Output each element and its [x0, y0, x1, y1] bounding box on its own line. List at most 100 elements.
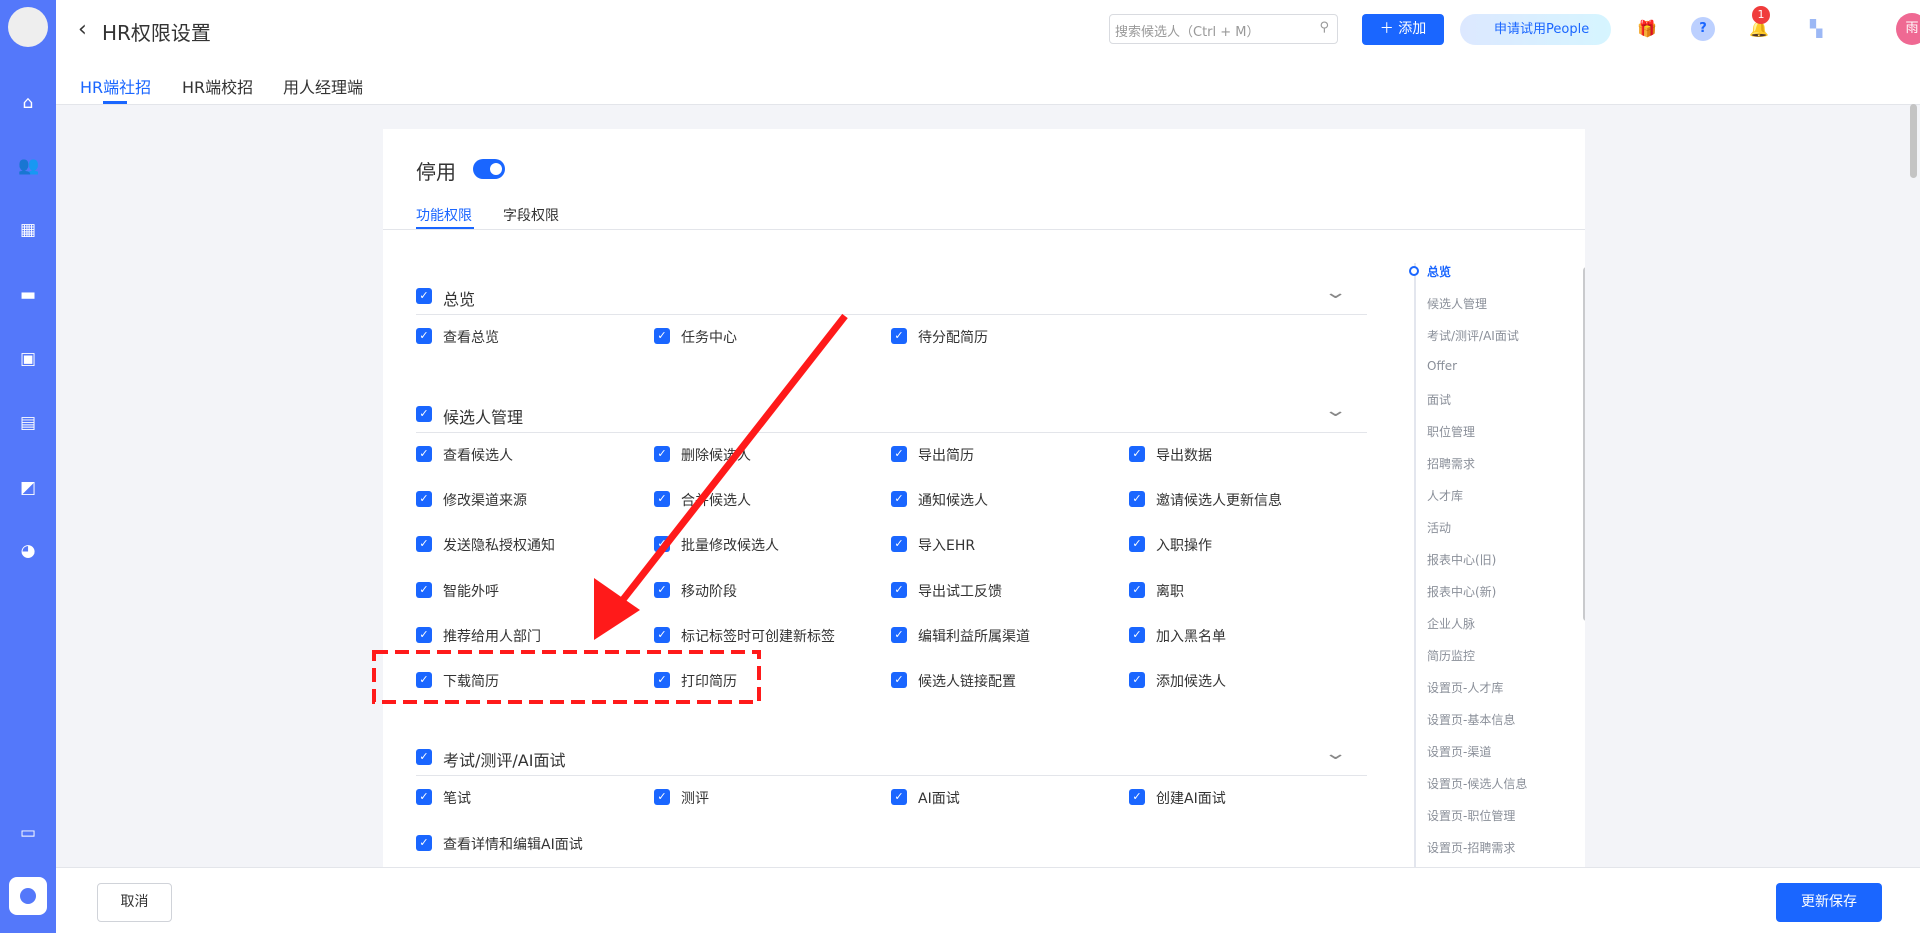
nav-anchor-item[interactable]: 设置页-基本信息	[1427, 711, 1515, 728]
permission-checkbox[interactable]: ✓	[416, 536, 432, 553]
nav-anchor-item[interactable]: 简历监控	[1427, 647, 1475, 664]
permission-checkbox[interactable]: ✓	[1129, 672, 1145, 688]
nav-anchor-item[interactable]: 设置页-职位管理	[1427, 807, 1515, 824]
users-icon[interactable]: 👥	[18, 157, 39, 175]
apps-icon[interactable]: ▚	[1804, 17, 1828, 41]
permission-checkbox[interactable]: ✓	[416, 626, 432, 643]
permission-checkbox[interactable]: ✓	[1129, 626, 1145, 643]
permission-checkbox[interactable]: ✓	[416, 328, 432, 344]
permission-checkbox[interactable]: ✓	[891, 581, 907, 598]
permission-checkbox[interactable]: ✓	[1129, 789, 1145, 805]
add-label: 添加	[1398, 21, 1427, 37]
section-checkbox[interactable]: ✓	[416, 406, 432, 422]
active-tab-indicator	[103, 101, 127, 104]
permission-checkbox[interactable]: ✓	[416, 446, 432, 462]
nav-anchor-item[interactable]: 面试	[1427, 391, 1451, 408]
avatar[interactable]: 雨	[1896, 13, 1920, 45]
add-button[interactable]: ＋ 添加	[1362, 14, 1444, 45]
nav-active-dot	[1409, 266, 1419, 276]
permission-checkbox[interactable]: ✓	[416, 672, 432, 688]
permission-label: 笔试	[443, 791, 471, 807]
permission-label: 打印简历	[681, 674, 737, 690]
permission-checkbox[interactable]: ✓	[654, 789, 670, 805]
nav-scrollbar[interactable]	[1583, 267, 1585, 621]
permission-checkbox[interactable]: ✓	[891, 446, 907, 462]
nav-anchor-item[interactable]: 设置页-人才库	[1427, 679, 1503, 696]
chevron-down-icon[interactable]: ⌄	[1323, 282, 1347, 303]
permission-checkbox[interactable]: ✓	[654, 491, 670, 508]
nav-anchor-item[interactable]: 设置页-候选人信息	[1427, 775, 1527, 792]
nav-anchor-item[interactable]: 总览	[1427, 263, 1451, 280]
permission-label: 导入EHR	[918, 538, 976, 555]
top-header: ‹ HR权限设置 HR端社招 HR端校招 用人经理端 搜索候选人（Ctrl + …	[56, 0, 1920, 105]
subtab-field[interactable]: 字段权限	[503, 205, 559, 225]
permission-checkbox[interactable]: ✓	[416, 581, 432, 598]
permission-checkbox[interactable]: ✓	[1129, 581, 1145, 598]
nav-anchor-item[interactable]: 候选人管理	[1427, 295, 1487, 312]
permission-checkbox[interactable]: ✓	[654, 581, 670, 598]
company-logo[interactable]	[8, 7, 48, 47]
permission-checkbox[interactable]: ✓	[416, 835, 432, 851]
nav-anchor-item[interactable]: 活动	[1427, 519, 1451, 536]
nav-anchor-item[interactable]: 设置页-招聘需求	[1427, 839, 1515, 856]
calendar-icon[interactable]: ▦	[18, 221, 38, 239]
permission-checkbox[interactable]: ✓	[654, 328, 670, 344]
permission-checkbox[interactable]: ✓	[654, 536, 670, 553]
section-checkbox[interactable]: ✓	[416, 288, 432, 304]
nav-anchor-item[interactable]: 人才库	[1427, 487, 1463, 504]
nav-anchor-item[interactable]: 企业人脉	[1427, 615, 1475, 632]
permission-checkbox[interactable]: ✓	[891, 789, 907, 805]
permission-checkbox[interactable]: ✓	[1129, 536, 1145, 553]
permission-checkbox[interactable]: ✓	[416, 789, 432, 805]
gift-icon[interactable]: 🎁	[1635, 17, 1659, 41]
permission-label: 入职操作	[1156, 538, 1212, 555]
page-scrollbar[interactable]	[1910, 104, 1917, 178]
permission-checkbox[interactable]: ✓	[416, 491, 432, 508]
permission-section: ✓ 考试/测评/AI面试 ⌄	[416, 743, 1367, 776]
nav-anchor-item[interactable]: 招聘需求	[1427, 455, 1475, 472]
chevron-down-icon[interactable]: ⌄	[1323, 743, 1347, 764]
nav-anchor-item[interactable]: 报表中心(旧)	[1427, 551, 1496, 568]
back-chevron-icon[interactable]: ‹	[78, 17, 87, 42]
folder-icon[interactable]: ▬	[18, 286, 38, 304]
cancel-button[interactable]: 取消	[97, 883, 172, 922]
permission-label: 修改渠道来源	[443, 493, 527, 510]
permission-checkbox[interactable]: ✓	[891, 491, 907, 508]
permission-checkbox[interactable]: ✓	[891, 672, 907, 688]
home-icon[interactable]: ⌂	[18, 94, 38, 112]
tab-hr-social[interactable]: HR端社招	[80, 74, 151, 98]
nav-anchor-item[interactable]: 考试/测评/AI面试	[1427, 327, 1519, 344]
plus-icon: ＋	[1379, 21, 1394, 37]
permission-checkbox[interactable]: ✓	[1129, 446, 1145, 462]
apply-trial-button[interactable]: 申请试用People	[1460, 14, 1611, 45]
permission-label: 发送隐私授权通知	[443, 538, 555, 555]
section-checkbox[interactable]: ✓	[416, 749, 432, 765]
permission-checkbox[interactable]: ✓	[891, 536, 907, 553]
book-icon[interactable]: ◩	[18, 479, 38, 497]
search-icon[interactable]: ⚲	[1319, 20, 1329, 35]
permission-checkbox[interactable]: ✓	[891, 328, 907, 344]
permission-checkbox[interactable]: ✓	[891, 626, 907, 643]
nav-anchor-item[interactable]: 设置页-渠道	[1427, 743, 1491, 760]
status-toggle[interactable]	[473, 159, 505, 179]
help-icon[interactable]: ?	[1691, 17, 1715, 41]
chevron-down-icon[interactable]: ⌄	[1323, 400, 1347, 421]
permission-checkbox[interactable]: ✓	[1129, 491, 1145, 508]
nav-anchor-item[interactable]: 报表中心(新)	[1427, 583, 1496, 600]
monitor-icon[interactable]: ▭	[18, 824, 38, 842]
nav-anchor-item[interactable]: Offer	[1427, 359, 1457, 373]
active-subtab-indicator	[416, 227, 474, 229]
box-icon[interactable]: ▣	[18, 350, 38, 368]
permission-checkbox[interactable]: ✓	[654, 672, 670, 688]
permission-checkbox[interactable]: ✓	[654, 446, 670, 462]
settings-button[interactable]	[9, 877, 47, 915]
nav-anchor-item[interactable]: 职位管理	[1427, 423, 1475, 440]
tab-hiring-manager[interactable]: 用人经理端	[283, 74, 363, 98]
chart-pie-icon[interactable]: ◕	[18, 542, 38, 560]
document-icon[interactable]: ▤	[18, 414, 38, 432]
search-input[interactable]: 搜索候选人（Ctrl + M） ⚲	[1109, 14, 1338, 44]
permission-checkbox[interactable]: ✓	[654, 626, 670, 643]
tab-hr-campus[interactable]: HR端校招	[182, 74, 253, 98]
subtab-function[interactable]: 功能权限	[416, 205, 472, 225]
save-button[interactable]: 更新保存	[1776, 883, 1882, 922]
